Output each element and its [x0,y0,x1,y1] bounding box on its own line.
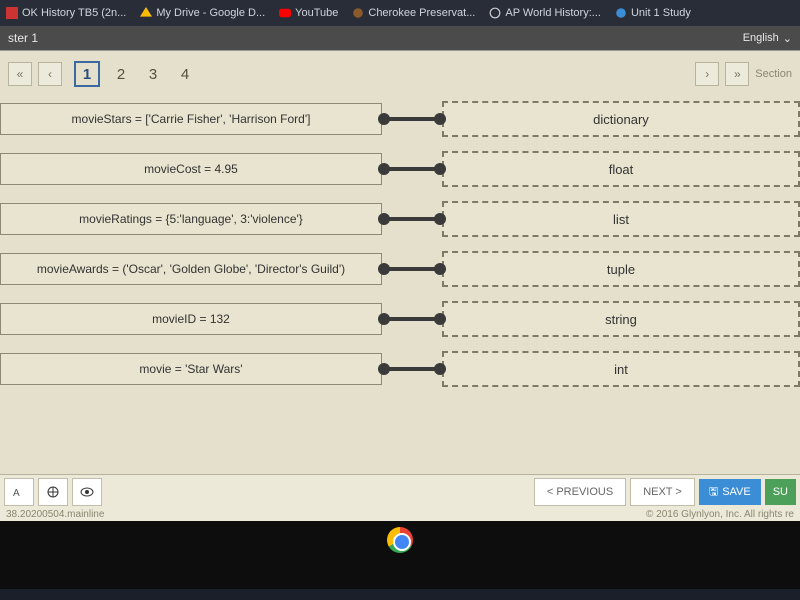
tab-ok-history[interactable]: OK History TB5 (2n... [6,7,126,19]
match-left[interactable]: movieCost = 4.95 [0,153,382,185]
section-label[interactable]: Section [755,68,792,80]
matching-exercise: movieStars = ['Carrie Fisher', 'Harrison… [0,93,800,391]
match-right[interactable]: string [442,301,800,337]
match-left[interactable]: movieAwards = ('Oscar', 'Golden Globe', … [0,253,382,285]
page-3[interactable]: 3 [142,63,164,85]
footer: A < PREVIOUS NEXT > 🖫SAVE SU 38.20200504… [0,474,800,521]
ffwd-button[interactable]: » [725,62,749,86]
tab-youtube[interactable]: YouTube [279,7,338,19]
tab-my-drive[interactable]: My Drive - Google D... [140,7,265,19]
copyright-label: © 2016 Glynlyon, Inc. All rights re [640,509,800,523]
title-bar: ster 1 English⌄ [0,26,800,50]
next-page-button[interactable]: › [695,62,719,86]
next-button[interactable]: NEXT > [630,478,695,506]
match-right[interactable]: list [442,201,800,237]
match-left[interactable]: movieRatings = {5:'language', 3:'violenc… [0,203,382,235]
match-row: movieCost = 4.95 float [0,147,800,191]
tab-ap-world[interactable]: AP World History:... [489,7,601,19]
version-label: 38.20200504.mainline [0,509,110,523]
match-left[interactable]: movieStars = ['Carrie Fisher', 'Harrison… [0,103,382,135]
connector[interactable] [382,367,442,371]
match-left[interactable]: movie = 'Star Wars' [0,353,382,385]
connector[interactable] [382,217,442,221]
page-list: 1 2 3 4 [74,61,196,87]
chevron-down-icon: ⌄ [783,32,792,45]
connector[interactable] [382,117,442,121]
submit-button[interactable]: SU [765,479,796,505]
svg-text:A: A [13,488,20,499]
page-2[interactable]: 2 [110,63,132,85]
previous-button[interactable]: < PREVIOUS [534,478,626,506]
page-nav: « ‹ 1 2 3 4 › » Section [0,51,800,93]
translate-icon[interactable]: A [4,478,34,506]
page-1[interactable]: 1 [74,61,100,87]
match-row: movie = 'Star Wars' int [0,347,800,391]
title-left: ster 1 [8,31,38,45]
match-row: movieRatings = {5:'language', 3:'violenc… [0,197,800,241]
eye-icon[interactable] [72,478,102,506]
chrome-icon[interactable] [387,527,413,553]
match-right[interactable]: int [442,351,800,387]
match-row: movieAwards = ('Oscar', 'Golden Globe', … [0,247,800,291]
connector[interactable] [382,167,442,171]
save-icon: 🖫 [709,483,718,502]
prev-page-button[interactable]: ‹ [38,62,62,86]
tab-unit1[interactable]: Unit 1 Study [615,7,691,19]
connector[interactable] [382,267,442,271]
globe-icon[interactable] [38,478,68,506]
lesson-content: « ‹ 1 2 3 4 › » Section movieStars = ['C… [0,50,800,521]
tab-cherokee[interactable]: Cherokee Preservat... [352,7,475,19]
rewind-button[interactable]: « [8,62,32,86]
connector[interactable] [382,317,442,321]
match-right[interactable]: dictionary [442,101,800,137]
match-right[interactable]: tuple [442,251,800,287]
match-right[interactable]: float [442,151,800,187]
match-row: movieStars = ['Carrie Fisher', 'Harrison… [0,97,800,141]
taskbar [0,521,800,589]
browser-tabs: OK History TB5 (2n... My Drive - Google … [0,0,800,26]
save-button[interactable]: 🖫SAVE [699,479,761,505]
language-selector[interactable]: English⌄ [743,32,792,45]
match-row: movieID = 132 string [0,297,800,341]
page-4[interactable]: 4 [174,63,196,85]
match-left[interactable]: movieID = 132 [0,303,382,335]
